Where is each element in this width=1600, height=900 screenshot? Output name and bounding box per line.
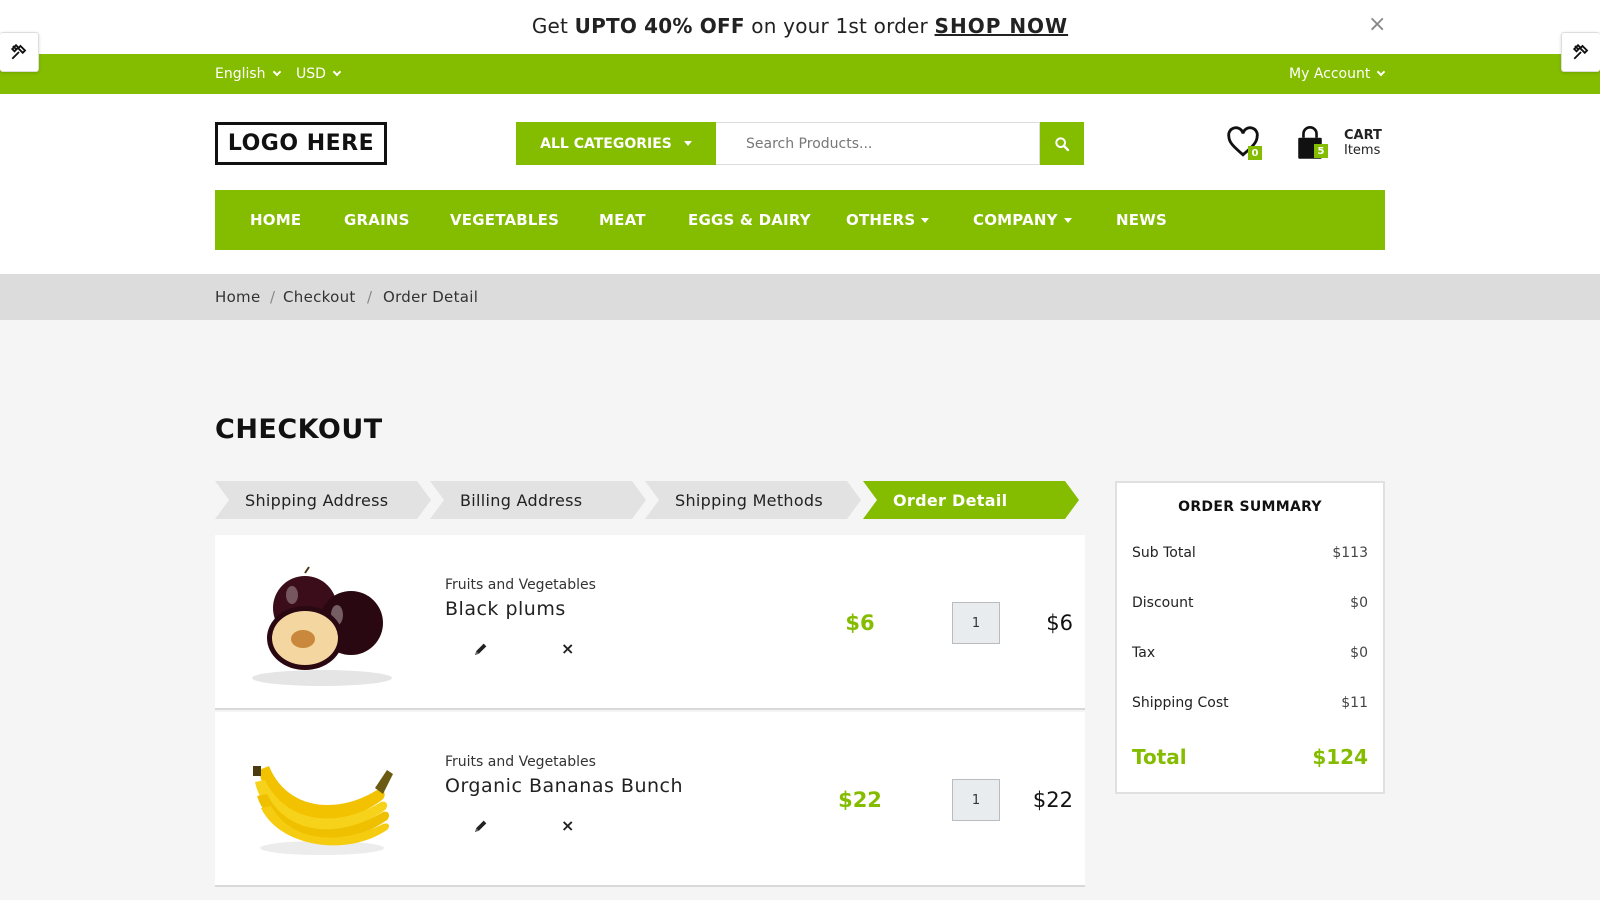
nav-news[interactable]: NEWS	[1116, 211, 1167, 229]
nav-eggs-dairy[interactable]: EGGS & DAIRY	[688, 211, 811, 229]
step-order-detail[interactable]: Order Detail	[863, 481, 1079, 519]
product-category: Fruits and Vegetables	[445, 577, 596, 593]
summary-title: ORDER SUMMARY	[1178, 499, 1322, 515]
product-name[interactable]: Organic Bananas Bunch	[445, 775, 683, 797]
nav-home[interactable]: HOME	[250, 211, 301, 229]
breadcrumb-checkout[interactable]: Checkout	[283, 288, 356, 306]
unit-price: $6	[845, 611, 875, 635]
summary-discount: Discount $0	[1132, 595, 1368, 611]
pencil-icon[interactable]	[473, 818, 491, 836]
cart-title: CART	[1344, 128, 1382, 143]
cart-label[interactable]: CART Items	[1344, 128, 1382, 158]
wishlist-count-badge: 0	[1248, 146, 1262, 160]
promo-middle: on your 1st order	[744, 14, 935, 38]
promo-text: Get UPTO 40% OFF on your 1st order SHOP …	[0, 14, 1600, 38]
cart-count-badge: 5	[1314, 144, 1328, 158]
quantity-input[interactable]	[952, 602, 1000, 644]
summary-tax: Tax $0	[1132, 645, 1368, 661]
site-header: LOGO HERE ALL CATEGORIES 0 5 CART Items …	[0, 94, 1600, 274]
tools-icon[interactable]	[0, 32, 39, 72]
step-shipping-methods[interactable]: Shipping Methods	[645, 481, 861, 519]
list-item: Fruits and Vegetables Organic Bananas Bu…	[215, 712, 1085, 887]
search-button[interactable]	[1040, 122, 1084, 165]
step-shipping-address[interactable]: Shipping Address	[215, 481, 431, 519]
breadcrumb: Home / Checkout / Order Detail	[0, 274, 1600, 320]
promo-banner: Get UPTO 40% OFF on your 1st order SHOP …	[0, 0, 1600, 54]
product-name[interactable]: Black plums	[445, 598, 566, 620]
account-label: My Account	[1289, 66, 1371, 82]
subtotal-value: $113	[1332, 545, 1368, 561]
caret-down-icon	[921, 217, 930, 223]
chevron-down-icon	[1377, 67, 1386, 77]
wishlist-button[interactable]: 0	[1226, 126, 1262, 160]
discount-label: Discount	[1132, 595, 1194, 611]
currency-selector[interactable]: USD	[296, 66, 342, 82]
page-title: CHECKOUT	[215, 414, 383, 445]
nav-company-label: COMPANY	[973, 211, 1058, 229]
quantity-input[interactable]	[952, 779, 1000, 821]
categories-label: ALL CATEGORIES	[540, 135, 672, 152]
product-category: Fruits and Vegetables	[445, 754, 596, 770]
remove-icon[interactable]: ×	[561, 816, 574, 835]
close-icon[interactable]: ×	[1368, 12, 1386, 37]
nav-others-label: OTHERS	[846, 211, 916, 229]
language-label: English	[215, 66, 266, 82]
tax-value: $0	[1350, 645, 1368, 661]
shipping-value: $11	[1341, 695, 1368, 711]
cart-subtitle: Items	[1344, 143, 1381, 158]
total-label: Total	[1132, 745, 1187, 769]
unit-price: $22	[838, 788, 882, 812]
search-input[interactable]	[716, 122, 1040, 165]
tax-label: Tax	[1132, 645, 1156, 661]
breadcrumb-current: Order Detail	[383, 288, 479, 306]
caret-down-icon	[683, 141, 692, 146]
breadcrumb-home[interactable]: Home	[215, 288, 261, 306]
my-account-menu[interactable]: My Account	[1289, 66, 1386, 82]
cart-button[interactable]: 5	[1294, 126, 1330, 160]
subtotal-label: Sub Total	[1132, 545, 1196, 561]
product-image-bananas	[247, 730, 397, 865]
currency-label: USD	[296, 66, 326, 82]
promo-prefix: Get	[531, 14, 575, 38]
discount-value: $0	[1350, 595, 1368, 611]
step-billing-address[interactable]: Billing Address	[430, 481, 646, 519]
nav-others[interactable]: OTHERS	[846, 211, 930, 229]
chevron-down-icon	[272, 67, 281, 77]
total-value: $124	[1312, 745, 1368, 769]
pencil-icon[interactable]	[473, 641, 491, 659]
tools-icon[interactable]	[1561, 32, 1600, 72]
chevron-down-icon	[332, 67, 342, 77]
main-nav: HOME GRAINS VEGETABLES MEAT EGGS & DAIRY…	[215, 190, 1385, 250]
all-categories-button[interactable]: ALL CATEGORIES	[516, 122, 716, 165]
summary-subtotal: Sub Total $113	[1132, 545, 1368, 561]
search-icon	[1055, 136, 1070, 151]
summary-shipping: Shipping Cost $11	[1132, 695, 1368, 711]
nav-vegetables[interactable]: VEGETABLES	[450, 211, 559, 229]
line-total: $6	[1046, 611, 1073, 635]
product-image-plums	[247, 553, 397, 688]
site-logo[interactable]: LOGO HERE	[215, 122, 387, 165]
nav-grains[interactable]: GRAINS	[344, 211, 410, 229]
caret-down-icon	[1063, 217, 1072, 223]
top-bar: English USD My Account	[0, 54, 1600, 94]
nav-company[interactable]: COMPANY	[973, 211, 1072, 229]
checkout-steps: Shipping Address Billing Address Shippin…	[215, 481, 1085, 519]
shop-now-link[interactable]: SHOP NOW	[935, 14, 1069, 38]
summary-total: Total $124	[1132, 745, 1368, 769]
language-selector[interactable]: English	[215, 66, 281, 82]
list-item: Fruits and Vegetables Black plums × $6 $…	[215, 535, 1085, 710]
order-summary: ORDER SUMMARY Sub Total $113 Discount $0…	[1115, 481, 1385, 794]
promo-highlight: UPTO 40% OFF	[574, 14, 745, 38]
remove-icon[interactable]: ×	[561, 639, 574, 658]
shipping-label: Shipping Cost	[1132, 695, 1229, 711]
line-total: $22	[1032, 788, 1073, 812]
breadcrumb-separator: /	[367, 288, 373, 306]
nav-meat[interactable]: MEAT	[599, 211, 646, 229]
breadcrumb-separator: /	[270, 288, 276, 306]
